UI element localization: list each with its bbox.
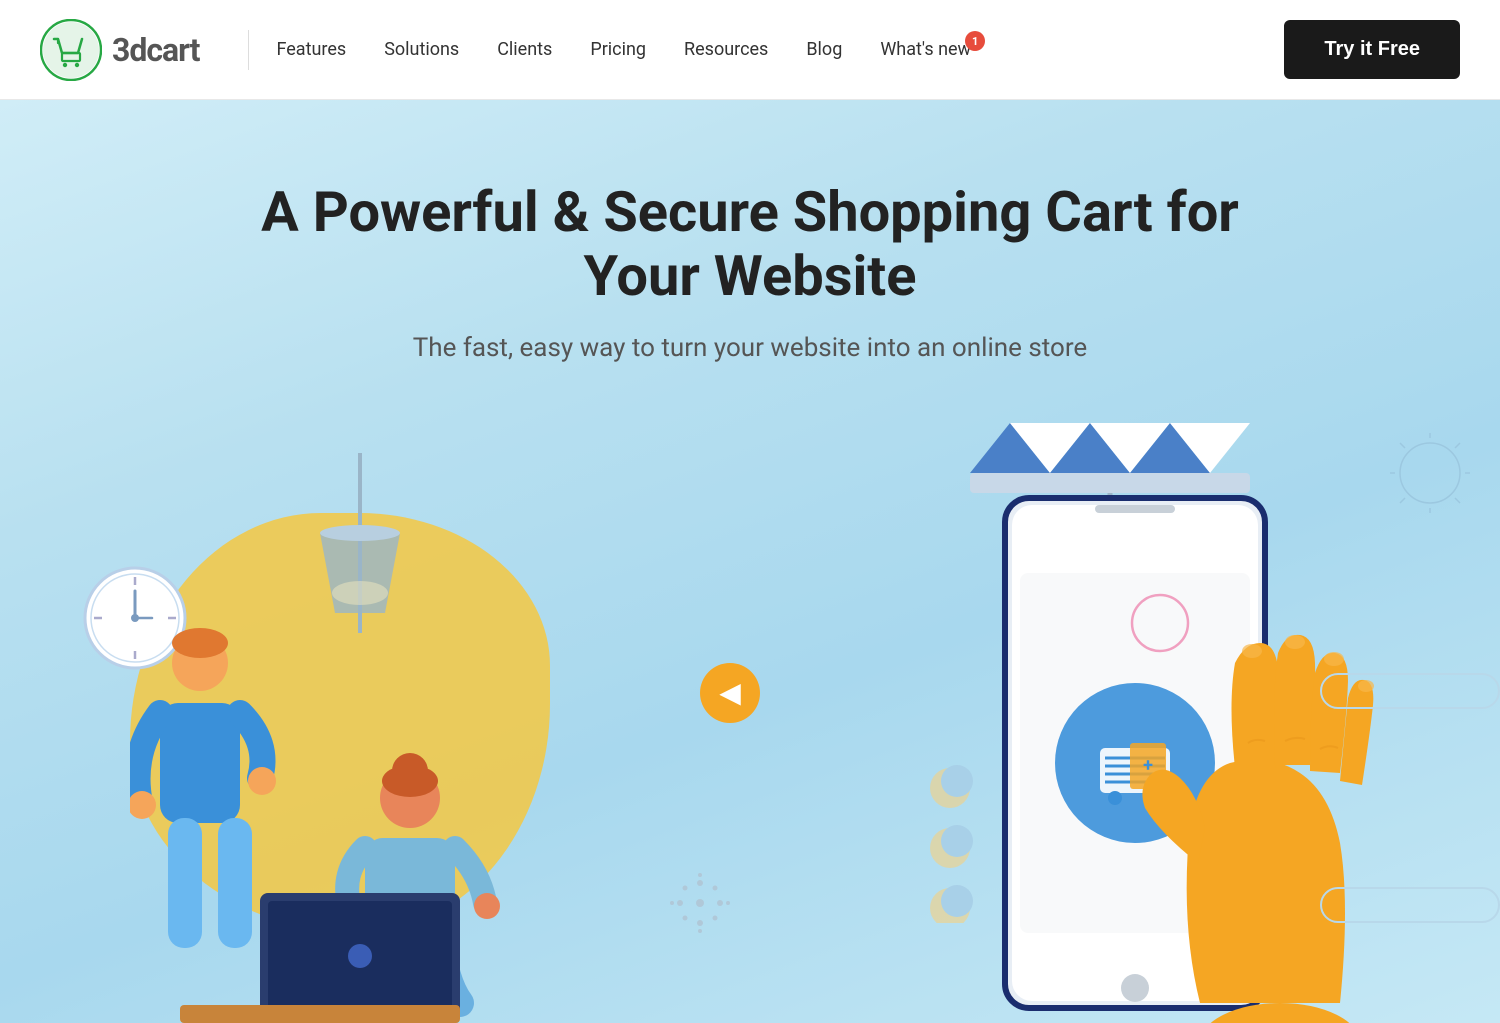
logo[interactable]: 3dcart <box>40 19 200 81</box>
hero-title: A Powerful & Secure Shopping Cart for Yo… <box>200 180 1300 309</box>
logo-icon <box>40 19 102 81</box>
crescent-decorations <box>920 763 980 923</box>
deco-burst-bottom <box>660 863 740 943</box>
nav-pricing[interactable]: Pricing <box>590 39 646 60</box>
nav-whats-new[interactable]: What's new <box>880 39 971 60</box>
deco-pill-1 <box>1320 673 1500 709</box>
nav-blog[interactable]: Blog <box>806 39 842 60</box>
left-scene <box>0 453 700 1023</box>
try-free-button[interactable]: Try it Free <box>1284 20 1460 79</box>
hero-subtitle: The fast, easy way to turn your website … <box>413 333 1087 363</box>
logo-text: 3dcart <box>112 31 200 69</box>
illustration-area: ◀ <box>0 403 1500 1023</box>
hero-section: A Powerful & Secure Shopping Cart for Yo… <box>0 100 1500 1023</box>
nav-divider <box>248 30 249 70</box>
nav-resources[interactable]: Resources <box>684 39 768 60</box>
right-scene: + <box>720 423 1500 1023</box>
lamp-icon <box>290 453 430 693</box>
nav-links: Features Solutions Clients Pricing Resou… <box>277 39 1255 60</box>
nav-features[interactable]: Features <box>277 39 347 60</box>
laptop-icon <box>230 893 490 1013</box>
deco-pill-2 <box>1320 887 1500 923</box>
deco-sunburst <box>1390 433 1470 513</box>
notification-badge: 1 <box>965 31 985 51</box>
nav-solutions[interactable]: Solutions <box>384 39 459 60</box>
table-surface <box>180 1005 460 1023</box>
navbar: 3dcart Features Solutions Clients Pricin… <box>0 0 1500 100</box>
nav-whats-new-wrapper[interactable]: What's new 1 <box>880 39 971 60</box>
nav-clients[interactable]: Clients <box>497 39 552 60</box>
